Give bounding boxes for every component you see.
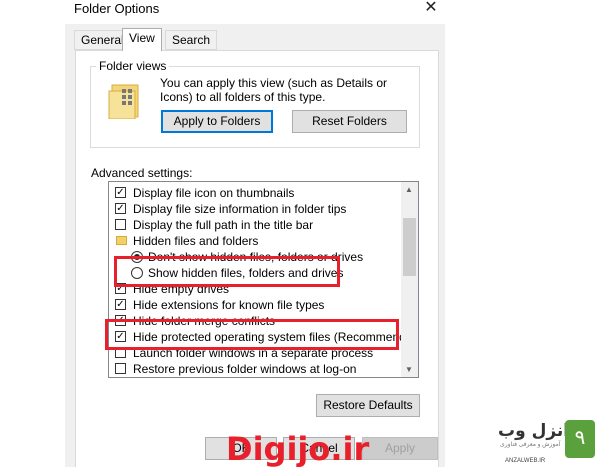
advanced-settings-label: Advanced settings: [91, 166, 193, 180]
list-item[interactable]: ✓ Display file size information in folde… [115, 201, 346, 217]
scroll-thumb[interactable] [403, 218, 416, 276]
highlight-box-protected-files [105, 319, 399, 350]
watermark-brand: انزل وب [498, 421, 570, 441]
reset-folders-button[interactable]: Reset Folders [292, 110, 407, 133]
list-item: Hidden files and folders [115, 233, 258, 249]
list-item[interactable]: ✓ Hide extensions for known file types [115, 297, 324, 313]
list-item[interactable]: ✓ Display file icon on thumbnails [115, 185, 294, 201]
apply-button[interactable]: Apply [362, 437, 438, 460]
tab-view[interactable]: View [122, 28, 162, 51]
scroll-up-icon[interactable]: ▲ [405, 185, 413, 194]
watermark-badge-icon: ٩ [565, 420, 595, 458]
tab-search[interactable]: Search [165, 30, 218, 50]
checkbox[interactable] [115, 219, 126, 230]
list-item[interactable]: Display the full path in the title bar [115, 217, 313, 233]
apply-to-folders-button[interactable]: Apply to Folders [161, 110, 273, 133]
window-title: Folder Options [74, 1, 160, 16]
digijo-logo: Digijo.ir [226, 430, 370, 468]
close-icon[interactable]: ✕ [422, 0, 440, 18]
checkbox[interactable]: ✓ [115, 203, 126, 214]
checkbox[interactable]: ✓ [115, 299, 126, 310]
folder-views-label: Folder views [96, 59, 170, 73]
folder-view-icon [108, 84, 139, 119]
scroll-down-icon[interactable]: ▼ [405, 365, 413, 374]
folder-views-description: You can apply this view (such as Details… [160, 76, 388, 104]
watermark-subtitle: آموزش و معرفی فناوری [500, 442, 561, 448]
watermark-url: ANZALWEB.IR [505, 458, 546, 464]
checkbox[interactable]: ✓ [115, 187, 126, 198]
list-scrollbar[interactable]: ▲ ▼ [401, 182, 418, 377]
restore-defaults-button[interactable]: Restore Defaults [316, 394, 420, 417]
folder-icon [116, 236, 127, 245]
highlight-box-show-hidden [114, 256, 340, 287]
list-item[interactable]: Restore previous folder windows at log-o… [115, 361, 356, 377]
checkbox[interactable] [115, 363, 126, 374]
